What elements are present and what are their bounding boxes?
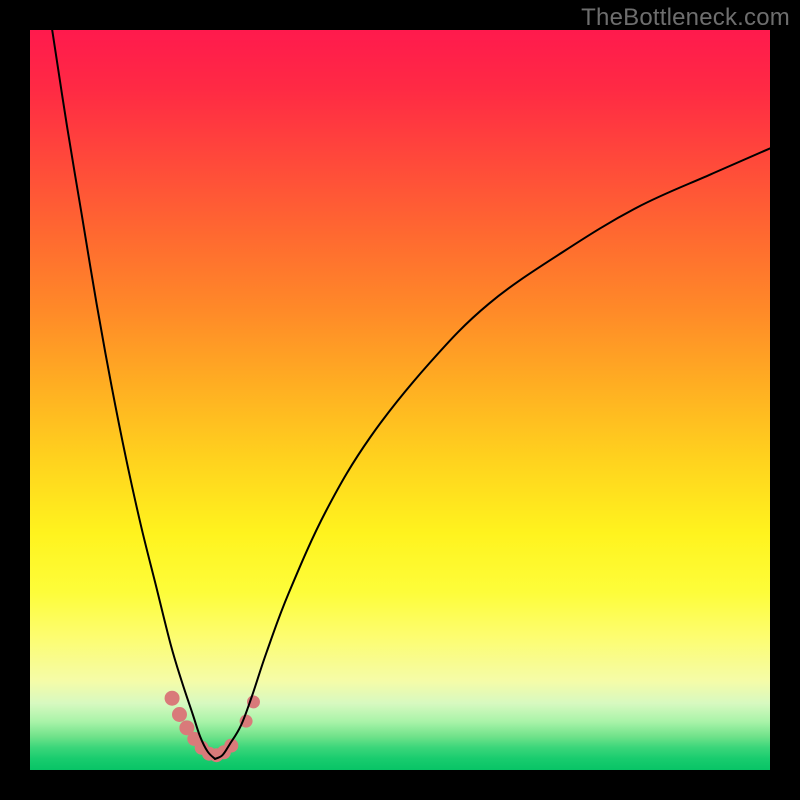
highlight-marker — [165, 691, 180, 706]
watermark-text: TheBottleneck.com — [581, 4, 790, 32]
right-curve — [215, 148, 770, 759]
markers-group — [165, 691, 260, 762]
highlight-marker — [172, 707, 187, 722]
chart-frame: TheBottleneck.com — [0, 0, 800, 800]
left-curve — [52, 30, 215, 759]
chart-overlay — [30, 30, 770, 770]
